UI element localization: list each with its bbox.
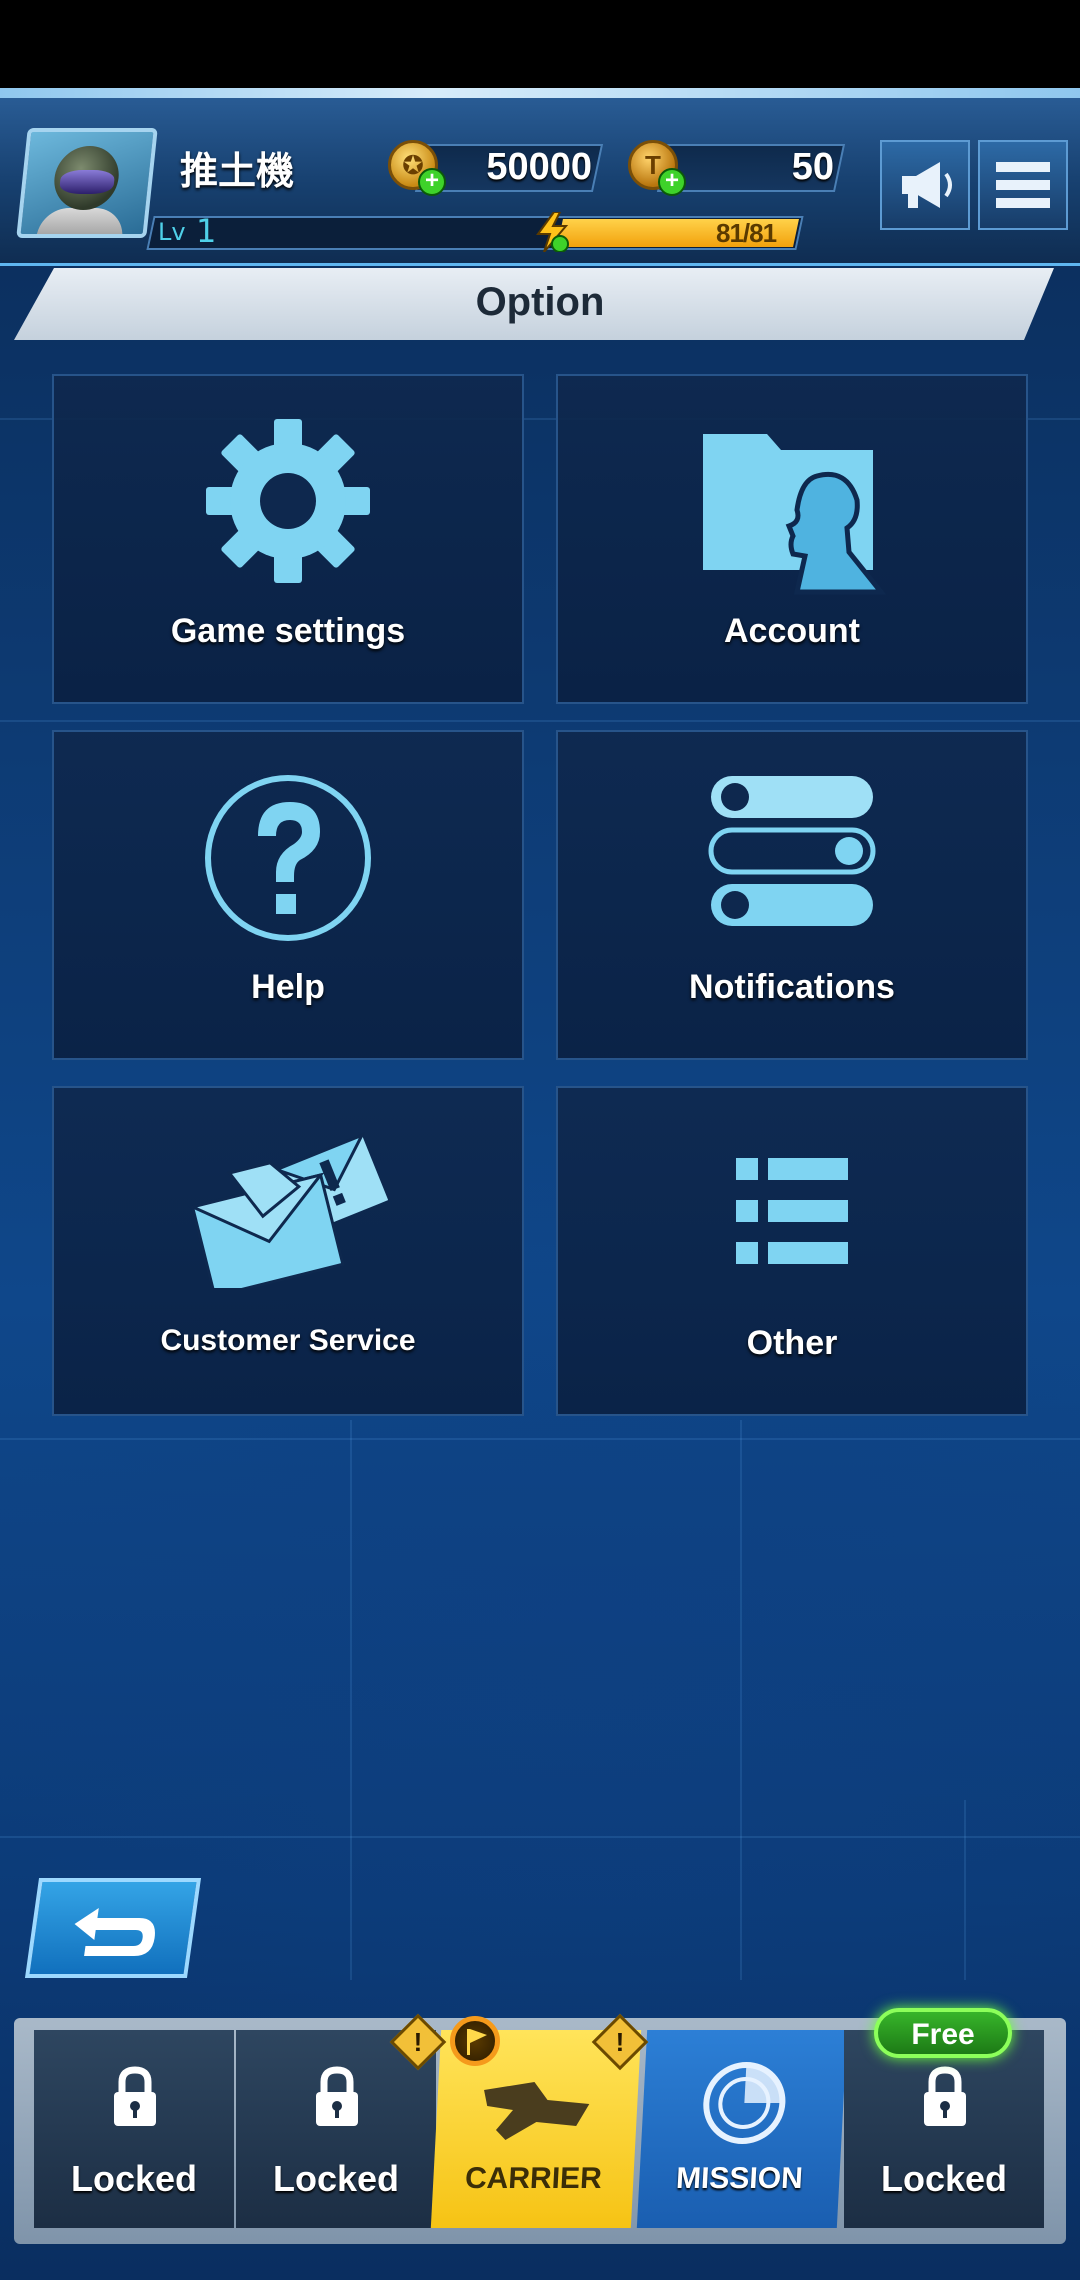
nav-item-locked-1[interactable]: Locked xyxy=(34,2030,234,2228)
grid-line xyxy=(740,1420,742,1980)
mail-icon xyxy=(188,1132,388,1288)
option-label: Customer Service xyxy=(160,1324,416,1357)
avatar[interactable] xyxy=(16,128,158,238)
grid-line xyxy=(350,1420,352,1980)
carrier-ship-icon xyxy=(484,2082,590,2140)
status-bar xyxy=(0,0,1080,88)
nav-item-mission[interactable]: MISSION xyxy=(636,2030,848,2228)
grid-line xyxy=(0,720,1080,722)
nav-label: MISSION xyxy=(675,2162,804,2195)
megaphone-icon xyxy=(902,162,952,208)
avatar-body xyxy=(35,208,126,238)
option-other[interactable]: Other xyxy=(556,1086,1028,1416)
back-button[interactable] xyxy=(24,1878,202,1978)
free-badge[interactable]: Free xyxy=(874,2008,1012,2058)
page-title: Option xyxy=(475,280,605,324)
grid-line xyxy=(964,1800,966,1980)
toggles-icon xyxy=(708,776,876,926)
return-arrow-icon xyxy=(74,1908,155,1956)
option-account[interactable]: Account xyxy=(556,374,1028,704)
option-label: Notifications xyxy=(689,968,895,1006)
flag-icon xyxy=(450,2016,500,2066)
option-game-settings[interactable]: Game settings xyxy=(52,374,524,704)
level-label: Lv xyxy=(158,218,186,246)
level-value: 1 xyxy=(196,212,217,250)
lock-icon xyxy=(316,2066,358,2126)
hamburger-menu-icon xyxy=(996,162,1050,208)
nav-label: Locked xyxy=(70,2158,198,2199)
free-badge-label: Free xyxy=(911,2018,975,2051)
avatar-visor xyxy=(58,170,116,194)
option-label: Other xyxy=(746,1324,838,1362)
option-label: Help xyxy=(251,968,325,1006)
nav-item-locked-2[interactable]: Locked xyxy=(236,2030,436,2228)
nav-label: CARRIER xyxy=(464,2162,603,2195)
menu-button[interactable] xyxy=(978,140,1068,230)
nav-label: Locked xyxy=(880,2158,1008,2199)
lock-icon xyxy=(924,2066,966,2126)
announcement-button[interactable] xyxy=(880,140,970,230)
player-name: 推土機 xyxy=(180,151,295,193)
grid-line xyxy=(0,1836,1080,1838)
folder-person-icon xyxy=(703,434,887,595)
option-label: Account xyxy=(724,612,860,650)
option-customer-service[interactable]: Customer Service xyxy=(52,1086,524,1416)
gold-amount: 50000 xyxy=(486,146,592,188)
option-label: Game settings xyxy=(170,612,406,650)
ticket-amount: 50 xyxy=(791,146,834,188)
energy-value: 81/81 xyxy=(716,218,777,248)
nav-item-locked-3[interactable]: Locked xyxy=(844,2030,1044,2228)
option-help[interactable]: Help xyxy=(52,730,524,1060)
list-icon xyxy=(736,1158,848,1264)
lock-icon xyxy=(114,2066,156,2126)
question-icon xyxy=(205,775,371,941)
gear-icon xyxy=(206,419,370,583)
grid-line xyxy=(0,1438,1080,1440)
header-edge xyxy=(0,88,1080,98)
radar-icon xyxy=(703,2062,786,2144)
energy-bolt-icon[interactable] xyxy=(534,212,570,252)
option-notifications[interactable]: Notifications xyxy=(556,730,1028,1060)
nav-label: Locked xyxy=(272,2158,400,2199)
